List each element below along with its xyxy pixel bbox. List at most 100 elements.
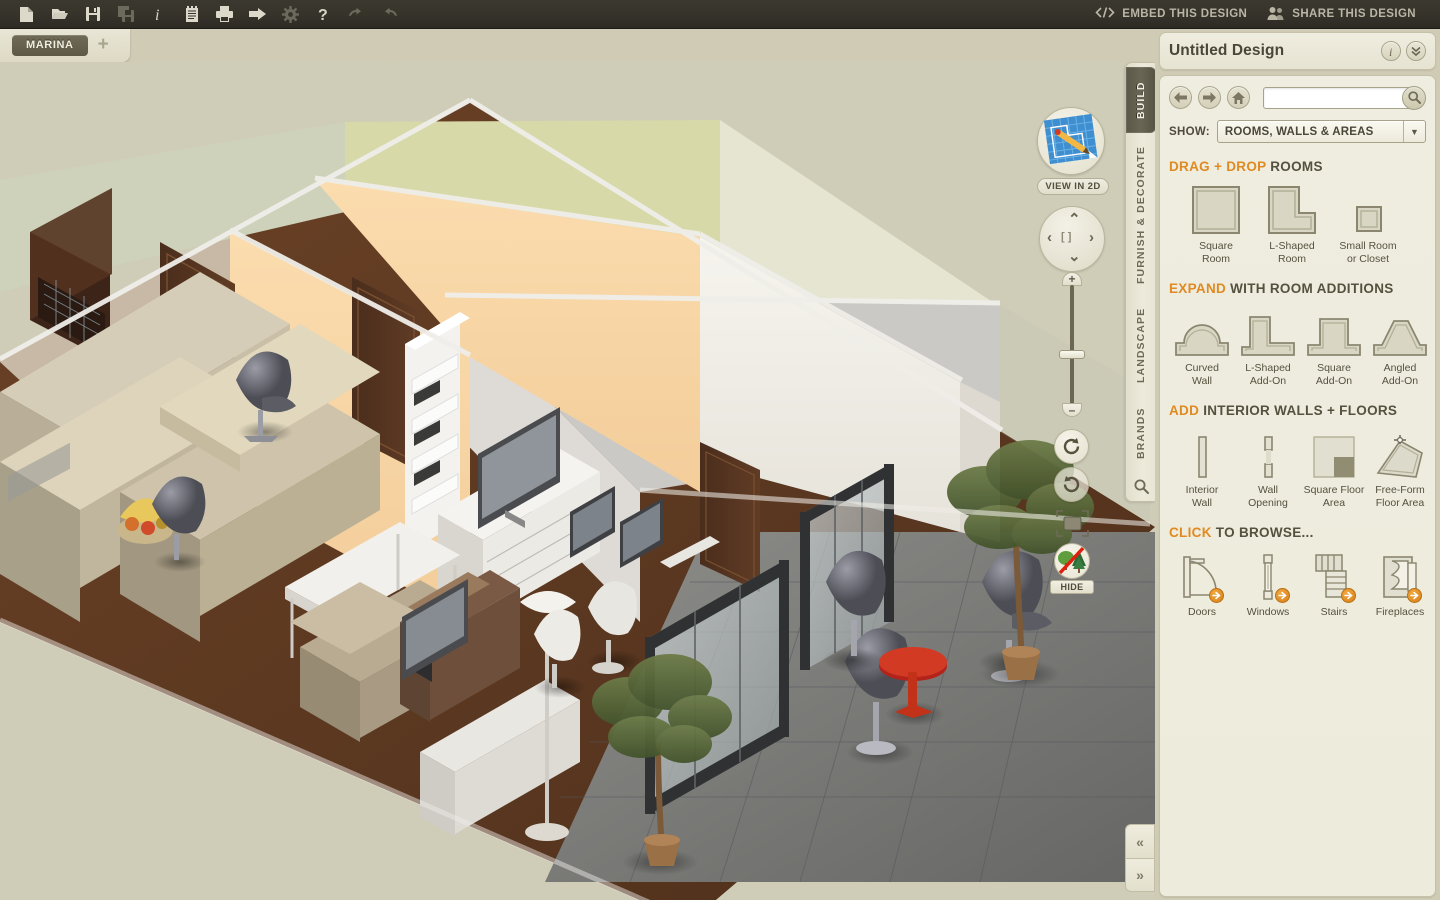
pan-down-button[interactable]: ⌄ <box>1068 247 1081 265</box>
tab-furnish-decorate[interactable]: FURNISH & DECORATE <box>1126 137 1156 292</box>
search-input[interactable] <box>1263 86 1418 109</box>
design-tab-marina[interactable]: MARINA <box>12 35 88 56</box>
show-dropdown[interactable]: ROOMS, WALLS & AREAS ▼ <box>1216 120 1426 143</box>
new-document-button[interactable] <box>10 1 43 28</box>
redo-button[interactable] <box>373 1 406 28</box>
item-square-addon[interactable]: Square Add-On <box>1301 303 1367 387</box>
nav-forward-button[interactable] <box>1198 86 1221 109</box>
tab-strip: MARINA + <box>0 29 130 62</box>
floorplan-3d-render[interactable] <box>0 62 1155 900</box>
rotate-cw-icon <box>1063 476 1080 493</box>
show-label: SHOW: <box>1169 125 1210 138</box>
item-curved-wall[interactable]: Curved Wall <box>1169 303 1235 387</box>
design-viewport-3d[interactable]: VIEW IN 2D ⌃ ⌄ ‹ › [ ] + – HIDE <box>0 62 1155 900</box>
chevron-down-icon[interactable]: ▼ <box>1403 121 1425 142</box>
section-items: Curved Wall L-Shaped Add-On Square Add-On <box>1169 303 1427 387</box>
item-small-room-or-closet[interactable]: Small Room or Closet <box>1335 181 1401 265</box>
section-heading-highlight: DRAG + DROP <box>1169 159 1267 174</box>
section-heading-rest: ROOMS <box>1266 159 1323 174</box>
view-in-2d-button[interactable]: VIEW IN 2D <box>1037 107 1109 195</box>
zoom-handle[interactable] <box>1059 350 1085 359</box>
item-label: Square Floor Area <box>1303 484 1365 509</box>
item-label: L-Shaped Add-On <box>1245 362 1291 387</box>
tab-landscape[interactable]: LANDSCAPE <box>1126 295 1156 395</box>
zoom-in-button[interactable]: + <box>1062 272 1082 286</box>
collapse-right-button[interactable]: » <box>1125 858 1155 892</box>
info-button[interactable]: i <box>142 1 175 28</box>
tab-search-button[interactable] <box>1126 469 1156 503</box>
tab-brands[interactable]: BRANDS <box>1126 397 1156 469</box>
item-l-shaped-room[interactable]: L-Shaped Room <box>1259 181 1325 265</box>
item-fireplaces[interactable]: Fireplaces <box>1367 547 1433 619</box>
item-square-room[interactable]: Square Room <box>1183 181 1249 265</box>
help-button[interactable]: ? <box>307 1 340 28</box>
pan-left-button[interactable]: ‹ <box>1047 229 1052 246</box>
panel-header: Untitled Design i <box>1159 32 1436 70</box>
l-shaped-room-icon <box>1267 181 1317 235</box>
item-stairs[interactable]: Stairs <box>1301 547 1367 619</box>
page-title: Untitled Design <box>1169 42 1285 59</box>
item-free-form-floor-area[interactable]: Free-Form Floor Area <box>1367 425 1433 509</box>
search-icon <box>1407 91 1421 104</box>
pan-right-button[interactable]: › <box>1089 229 1094 246</box>
open-file-button[interactable] <box>43 1 76 28</box>
export-button[interactable] <box>241 1 274 28</box>
item-windows[interactable]: Windows <box>1235 547 1301 619</box>
share-design-link[interactable]: SHARE THIS DESIGN <box>1257 0 1426 29</box>
item-interior-wall[interactable]: Interior Wall <box>1169 425 1235 509</box>
add-tab-button[interactable]: + <box>94 35 113 57</box>
section-heading: CLICK TO BROWSE... <box>1169 525 1426 540</box>
item-label: Free-Form Floor Area <box>1375 484 1425 509</box>
zoom-out-button[interactable]: – <box>1062 403 1082 417</box>
square-room-icon <box>1191 181 1241 235</box>
pan-up-button[interactable]: ⌃ <box>1068 210 1081 228</box>
svg-text:i: i <box>155 7 159 23</box>
item-label: Stairs <box>1320 606 1348 618</box>
item-square-floor-area[interactable]: Square Floor Area <box>1301 425 1367 509</box>
item-wall-opening[interactable]: Wall Opening <box>1235 425 1301 509</box>
magnifier-icon <box>1134 479 1149 494</box>
zoom-track[interactable] <box>1070 285 1074 405</box>
embed-design-link[interactable]: EMBED THIS DESIGN <box>1085 0 1257 29</box>
top-toolbar: i ? EMBED THIS DESIGN SHARE THIS DESIGN <box>0 0 1440 29</box>
nav-back-button[interactable] <box>1169 86 1192 109</box>
settings-gear-button[interactable] <box>274 1 307 28</box>
hide-plants-button[interactable]: HIDE <box>1050 543 1094 594</box>
search-button[interactable] <box>1402 85 1426 110</box>
item-doors[interactable]: Doors <box>1169 547 1235 619</box>
pan-control-pad[interactable]: ⌃ ⌄ ‹ › [ ] <box>1039 206 1105 272</box>
panel-nav-row <box>1160 76 1435 110</box>
notes-button[interactable] <box>175 1 208 28</box>
arrow-left-icon <box>1174 92 1187 103</box>
item-l-shaped-addon[interactable]: L-Shaped Add-On <box>1235 303 1301 387</box>
collapse-left-button[interactable]: « <box>1125 824 1155 858</box>
save-copy-button[interactable] <box>109 1 142 28</box>
share-design-label: SHARE THIS DESIGN <box>1292 8 1416 20</box>
section-heading-highlight: ADD <box>1169 403 1200 418</box>
pan-center-button[interactable]: [ ] <box>1061 231 1071 243</box>
section-heading: ADD INTERIOR WALLS + FLOORS <box>1169 403 1426 418</box>
item-angled-addon[interactable]: Angled Add-On <box>1367 303 1433 387</box>
info-icon: i <box>1389 45 1392 58</box>
section-items: Interior Wall Wall Opening Square Floor Are… <box>1169 425 1426 509</box>
panel-expand-button[interactable] <box>1406 41 1426 61</box>
rotate-cw-button[interactable] <box>1054 467 1089 502</box>
save-file-button[interactable] <box>76 1 109 28</box>
section-items: Doors Windows Stairs Fireplaces <box>1169 547 1426 619</box>
print-button[interactable] <box>208 1 241 28</box>
view-in-2d-label: VIEW IN 2D <box>1037 178 1109 195</box>
tab-build[interactable]: BUILD <box>1126 67 1156 133</box>
zoom-slider[interactable]: + – <box>1059 272 1085 417</box>
nav-home-button[interactable] <box>1227 86 1250 109</box>
rotate-ccw-button[interactable] <box>1054 429 1089 464</box>
item-label: Small Room or Closet <box>1339 240 1397 265</box>
stairs-icon <box>1306 547 1362 603</box>
panel-header-buttons: i <box>1381 41 1426 61</box>
item-label: L-Shaped Room <box>1269 240 1315 265</box>
design-info-button[interactable]: i <box>1381 41 1401 61</box>
section-click-to-browse: CLICK TO BROWSE... Doors Windows Stairs … <box>1160 509 1435 619</box>
embed-design-label: EMBED THIS DESIGN <box>1122 8 1248 20</box>
toolbar-buttons: i ? <box>0 1 406 28</box>
camera-view-button[interactable] <box>1056 510 1089 537</box>
undo-button[interactable] <box>340 1 373 28</box>
